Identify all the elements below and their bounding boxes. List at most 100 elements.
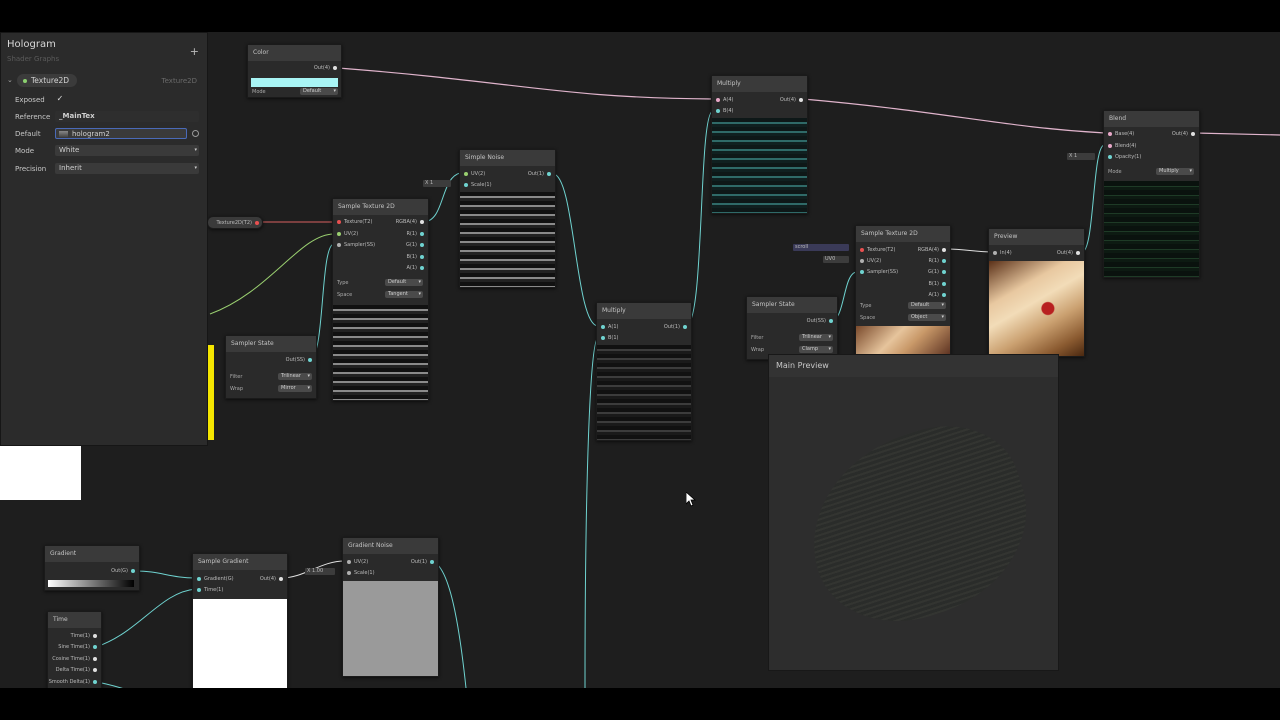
gradient-noise-node[interactable]: Gradient Noise UV(2) Scale(1) Out(1) xyxy=(342,537,439,677)
simple-noise-node[interactable]: Simple Noise UV(2) Scale(1) Out(1) xyxy=(459,149,556,288)
output-port[interactable]: Delta Time(1) xyxy=(56,666,97,674)
input-port[interactable]: Gradient(G) xyxy=(197,575,234,583)
wrap-dropdown[interactable]: Mirror xyxy=(278,385,312,392)
output-port[interactable]: Smooth Delta(1) xyxy=(49,678,97,686)
chevron-down-icon[interactable]: ⌄ xyxy=(7,76,13,84)
multiply-node[interactable]: Multiply A(1) B(1) Out(1) xyxy=(596,302,692,441)
output-port[interactable]: Out(4) xyxy=(260,575,283,583)
preview-node[interactable]: Preview In(4) Out(4) xyxy=(988,228,1085,357)
space-dropdown[interactable]: Object xyxy=(908,314,946,321)
type-label: Type xyxy=(860,303,872,309)
output-port[interactable]: A(1) xyxy=(406,264,424,272)
texture-property-node[interactable]: Texture2D(T2) xyxy=(207,216,263,229)
texture-input[interactable]: scroll xyxy=(793,244,849,251)
input-port[interactable]: Texture(T2) xyxy=(337,218,372,226)
scale-input[interactable]: X 1 xyxy=(423,180,451,187)
input-port[interactable]: UV(2) xyxy=(860,257,881,265)
texture-property-label[interactable]: Texture2D(T2) xyxy=(217,219,259,227)
output-port[interactable]: Out(1) xyxy=(528,170,551,178)
output-port[interactable]: Time(1) xyxy=(71,632,97,640)
property-pill[interactable]: Texture2D xyxy=(17,74,78,87)
color-out-port[interactable]: Out(4) xyxy=(314,64,337,72)
output-port[interactable]: B(1) xyxy=(406,253,424,261)
node-preview xyxy=(1104,181,1199,277)
output-port[interactable]: A(1) xyxy=(928,291,946,299)
blend-node[interactable]: Blend Base(4) Blend(4) Opacity(1) Out(4)… xyxy=(1103,110,1200,278)
space-dropdown[interactable]: Tangent xyxy=(385,291,423,298)
multiply-node[interactable]: Multiply A(4) B(4) Out(4) xyxy=(711,75,808,214)
node-preview xyxy=(460,192,555,287)
sampler-state-node[interactable]: Sampler State Out(SS) Filter Trilinear W… xyxy=(746,296,838,360)
output-port[interactable]: RGBA(4) xyxy=(918,246,946,254)
sample-texture-node[interactable]: Sample Texture 2D Texture(T2) UV(2) Samp… xyxy=(855,225,951,357)
default-texture-field[interactable]: hologram2 xyxy=(55,128,187,139)
filter-dropdown[interactable]: Trilinear xyxy=(278,373,312,380)
input-port[interactable]: UV(2) xyxy=(347,558,368,566)
opacity-input[interactable]: X 1 xyxy=(1067,153,1095,160)
mode-dropdown[interactable]: Default xyxy=(300,88,338,95)
output-port[interactable]: Cosine Time(1) xyxy=(52,655,97,663)
output-port[interactable]: RGBA(4) xyxy=(396,218,424,226)
exposed-checkbox[interactable]: ✓ xyxy=(55,94,65,104)
output-port[interactable]: Out(1) xyxy=(664,323,687,331)
sample-gradient-node[interactable]: Sample Gradient Gradient(G) Time(1) Out(… xyxy=(192,553,288,688)
output-port[interactable]: Out(4) xyxy=(1172,130,1195,138)
main-preview-window[interactable]: Main Preview xyxy=(768,354,1059,671)
sampler-state-node[interactable]: Sampler State Out(SS) Filter Trilinear W… xyxy=(225,335,317,399)
wrap-dropdown[interactable]: Clamp xyxy=(799,346,833,353)
color-node[interactable]: Color Out(4) Mode Default xyxy=(247,44,342,98)
node-preview xyxy=(597,345,691,440)
input-port[interactable]: B(4) xyxy=(716,107,734,115)
output-port[interactable]: Out(4) xyxy=(1057,249,1080,257)
node-preview xyxy=(193,599,287,688)
output-port[interactable]: R(1) xyxy=(406,230,424,238)
sample-texture-node[interactable]: Sample Texture 2D Texture(T2) UV(2) Samp… xyxy=(332,198,429,401)
scale-input[interactable]: X 1.00 xyxy=(305,568,335,575)
input-port[interactable]: A(4) xyxy=(716,96,734,104)
mode-dropdown[interactable]: Multiply xyxy=(1156,168,1194,175)
mode-dropdown[interactable]: White xyxy=(55,145,199,156)
input-port[interactable]: Sampler(SS) xyxy=(860,268,898,276)
input-port[interactable]: Base(4) xyxy=(1108,130,1134,138)
type-dropdown[interactable]: Default xyxy=(908,302,946,309)
add-property-button[interactable]: + xyxy=(190,45,199,58)
output-port[interactable]: Out(4) xyxy=(780,96,803,104)
output-port[interactable]: Out(1) xyxy=(411,558,434,566)
output-port[interactable]: Sine Time(1) xyxy=(58,643,97,651)
output-port[interactable]: Out(SS) xyxy=(286,356,312,364)
input-port[interactable]: Texture(T2) xyxy=(860,246,895,254)
input-port[interactable]: A(1) xyxy=(601,323,619,331)
input-port[interactable]: Blend(4) xyxy=(1108,142,1136,150)
graph-canvas[interactable]: Texture2D(T2) Color Out(4) Mode Default … xyxy=(0,32,1280,688)
input-port[interactable]: Time(1) xyxy=(197,586,223,594)
time-node[interactable]: Time Time(1) Sine Time(1) Cosine Time(1)… xyxy=(47,611,102,688)
output-port[interactable]: G(1) xyxy=(928,268,946,276)
reference-field[interactable]: _MainTex xyxy=(55,111,199,122)
input-port[interactable]: B(1) xyxy=(601,334,619,342)
input-port[interactable]: Sampler(SS) xyxy=(337,241,375,249)
uv-input[interactable]: UV0 xyxy=(823,256,849,263)
input-port[interactable]: UV(2) xyxy=(464,170,485,178)
blackboard-title: Hologram xyxy=(7,39,56,50)
input-port[interactable]: In(4) xyxy=(993,249,1012,257)
gradient-swatch[interactable] xyxy=(48,580,134,587)
output-port[interactable]: R(1) xyxy=(928,257,946,265)
node-title: Color xyxy=(248,45,341,61)
input-port[interactable]: Opacity(1) xyxy=(1108,153,1141,161)
output-port[interactable]: Out(SS) xyxy=(807,317,833,325)
filter-dropdown[interactable]: Trilinear xyxy=(799,334,833,341)
output-port[interactable]: B(1) xyxy=(928,280,946,288)
type-dropdown[interactable]: Default xyxy=(385,279,423,286)
texture-preview xyxy=(856,326,950,356)
gradient-node[interactable]: Gradient Out(G) xyxy=(44,545,140,591)
output-port[interactable]: Out(G) xyxy=(111,567,135,575)
object-picker-icon[interactable] xyxy=(192,130,199,137)
default-label: Default xyxy=(15,130,41,138)
precision-dropdown[interactable]: Inherit xyxy=(55,163,199,174)
blackboard-panel[interactable]: Hologram Shader Graphs + ⌄ Texture2D Tex… xyxy=(0,32,208,446)
input-port[interactable]: Scale(1) xyxy=(347,569,375,577)
output-port[interactable]: G(1) xyxy=(406,241,424,249)
input-port[interactable]: UV(2) xyxy=(337,230,358,238)
input-port[interactable]: Scale(1) xyxy=(464,181,492,189)
color-swatch[interactable] xyxy=(251,78,338,87)
